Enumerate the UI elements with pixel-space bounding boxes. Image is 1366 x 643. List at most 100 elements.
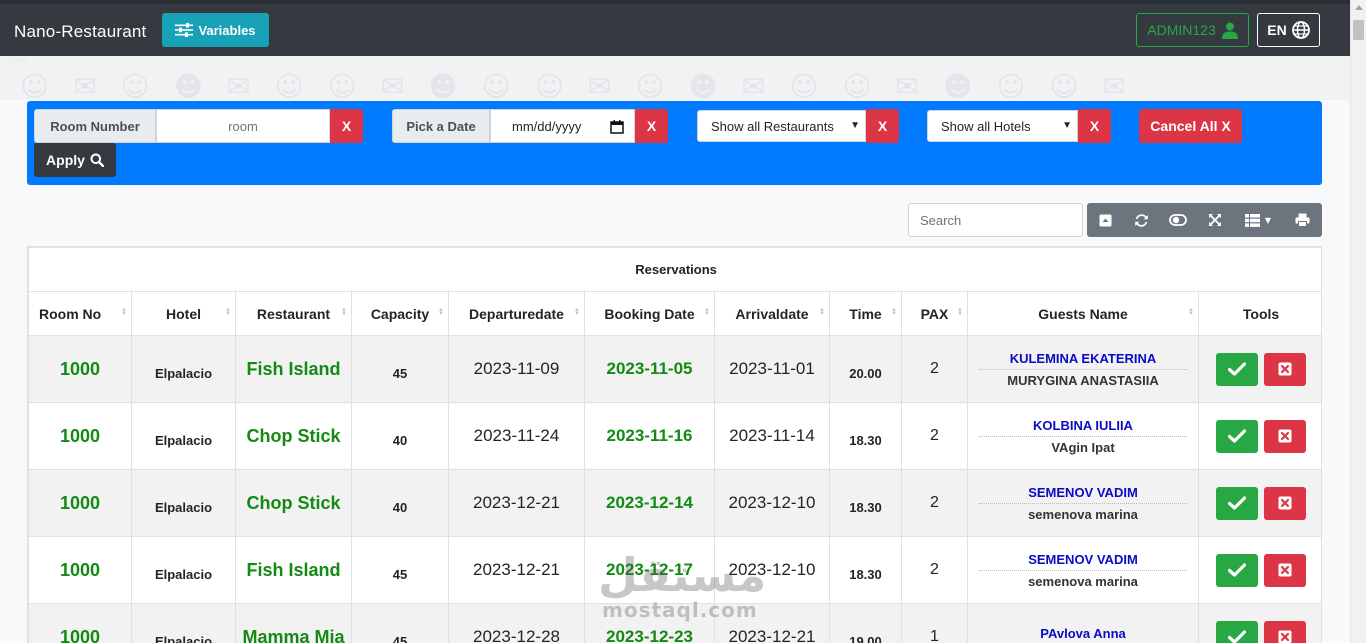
tools-cell bbox=[1197, 402, 1321, 470]
guest-primary-name[interactable]: KULEMINA EKATERINA bbox=[979, 351, 1187, 370]
check-icon bbox=[1228, 630, 1247, 643]
guest-secondary-name: semenova marina bbox=[1028, 506, 1138, 522]
room-cell: 1000 bbox=[28, 335, 132, 403]
close-box-icon bbox=[1278, 429, 1292, 443]
confirm-button[interactable] bbox=[1216, 620, 1259, 643]
table-caption: Reservations bbox=[28, 247, 1321, 292]
fullscreen-button[interactable] bbox=[1197, 203, 1233, 237]
hotel-cell: Elpalacio bbox=[131, 536, 236, 604]
check-icon bbox=[1228, 563, 1247, 577]
globe-icon bbox=[1291, 21, 1310, 39]
restaurant-select[interactable]: Show all Restaurants ▼ bbox=[697, 110, 866, 142]
clear-restaurant-button[interactable]: X bbox=[866, 109, 899, 143]
confirm-button[interactable] bbox=[1216, 352, 1259, 386]
col-pax-header[interactable]: PAX bbox=[901, 291, 968, 336]
columns-button[interactable]: ▼ bbox=[1233, 203, 1283, 237]
delete-button[interactable] bbox=[1264, 352, 1307, 386]
clear-hotel-button[interactable]: X bbox=[1078, 109, 1111, 143]
restaurant-cell: Fish Island bbox=[235, 536, 352, 604]
table-search-input[interactable]: Search bbox=[908, 203, 1083, 237]
date-input[interactable]: mm/dd/yyyy bbox=[490, 109, 635, 143]
hotel-select[interactable]: Show all Hotels ▼ bbox=[927, 110, 1078, 142]
departure-date-cell: 2023-11-24 bbox=[448, 402, 585, 470]
clear-room-button[interactable]: X bbox=[330, 109, 363, 143]
cancel-all-button[interactable]: Cancel All X bbox=[1139, 109, 1242, 143]
top-navbar: Nano-Restaurant Variables ADMIN123 EN bbox=[0, 0, 1366, 56]
col-departure-date-header[interactable]: Departuredate bbox=[448, 291, 585, 336]
delete-button[interactable] bbox=[1264, 620, 1307, 643]
capacity-cell: 45 bbox=[351, 536, 449, 604]
hotel-cell: Elpalacio bbox=[131, 603, 236, 643]
room-cell: 1000 bbox=[28, 536, 132, 604]
guest-secondary-name: VAgin Ipat bbox=[1051, 439, 1115, 455]
restaurant-cell: Chop Stick bbox=[235, 469, 352, 537]
upload-box-icon bbox=[1099, 214, 1111, 226]
page-scrollbar[interactable] bbox=[1350, 0, 1366, 643]
zoom-indicator: 100% bbox=[1, 57, 27, 67]
col-capacity-header[interactable]: Capacity bbox=[351, 291, 449, 336]
close-box-icon bbox=[1278, 630, 1292, 643]
clear-date-button[interactable]: X bbox=[635, 109, 668, 143]
delete-button[interactable] bbox=[1264, 419, 1307, 453]
hotel-select-value: Show all Hotels bbox=[941, 118, 1031, 134]
departure-date-cell: 2023-12-21 bbox=[448, 536, 585, 604]
room-number-input[interactable]: room bbox=[156, 109, 330, 143]
reservations-table: Reservations Room NoHotelRestaurantCapac… bbox=[27, 246, 1322, 643]
restaurant-cell: Fish Island bbox=[235, 335, 352, 403]
guest-primary-name[interactable]: PAvlova Anna bbox=[979, 626, 1187, 643]
restaurant-name: Chop Stick bbox=[246, 492, 341, 513]
confirm-button[interactable] bbox=[1216, 419, 1259, 453]
delete-button[interactable] bbox=[1264, 553, 1307, 587]
guest-primary-name[interactable]: SEMENOV VADIM bbox=[979, 552, 1187, 571]
calendar-icon[interactable] bbox=[610, 120, 624, 134]
guest-primary-name[interactable]: SEMENOV VADIM bbox=[979, 485, 1187, 504]
scroll-up-icon[interactable] bbox=[1355, 5, 1363, 10]
col-hotel-header[interactable]: Hotel bbox=[131, 291, 236, 336]
brand-title[interactable]: Nano-Restaurant bbox=[14, 22, 146, 42]
variables-button[interactable]: Variables bbox=[162, 13, 269, 47]
confirm-button[interactable] bbox=[1216, 553, 1259, 587]
apply-button[interactable]: Apply bbox=[34, 143, 116, 177]
check-icon bbox=[1228, 429, 1247, 443]
delete-button[interactable] bbox=[1264, 486, 1307, 520]
col-time-header[interactable]: Time bbox=[829, 291, 902, 336]
guests-cell: SEMENOV VADIM semenova marina bbox=[967, 536, 1199, 604]
pattern-icons: ☺✉☺☻✉☺☺✉☻☺☺✉☺☻✉☺☺✉☻☺☺✉ bbox=[20, 70, 1151, 100]
capacity-cell: 45 bbox=[351, 603, 449, 643]
refresh-button[interactable] bbox=[1123, 203, 1159, 237]
table-row: 1000 Elpalacio Chop Stick 40 2023-11-24 2023-… bbox=[28, 402, 1321, 470]
check-icon bbox=[1228, 362, 1247, 376]
toggle-icon bbox=[1169, 214, 1187, 226]
col-arrival-date-header[interactable]: Arrivaldate bbox=[714, 291, 830, 336]
restaurant-name: Mamma Mia bbox=[242, 626, 345, 643]
room-number: 1000 bbox=[59, 559, 101, 580]
scrollbar-thumb[interactable] bbox=[1353, 20, 1364, 40]
print-button[interactable] bbox=[1283, 203, 1322, 237]
capacity-cell: 45 bbox=[351, 335, 449, 403]
guest-primary-name[interactable]: KOLBINA IULIIA bbox=[979, 418, 1187, 437]
list-icon bbox=[1244, 213, 1260, 227]
col-restaurant-header[interactable]: Restaurant bbox=[235, 291, 352, 336]
restaurant-cell: Chop Stick bbox=[235, 402, 352, 470]
admin-label: ADMIN123 bbox=[1147, 22, 1216, 38]
guests-cell: KOLBINA IULIIA VAgin Ipat bbox=[967, 402, 1199, 470]
date-placeholder: mm/dd/yyyy bbox=[512, 118, 582, 134]
col-booking-date-header[interactable]: Booking Date bbox=[584, 291, 715, 336]
admin-user-button[interactable]: ADMIN123 bbox=[1136, 13, 1249, 47]
time-cell: 18.30 bbox=[829, 469, 902, 537]
chevron-down-icon: ▼ bbox=[850, 120, 860, 131]
room-cell: 1000 bbox=[28, 469, 132, 537]
hotel-cell: Elpalacio bbox=[131, 469, 236, 537]
room-cell: 1000 bbox=[28, 603, 132, 643]
filter-bar: Room Number room X Pick a Date mm/dd/yyy… bbox=[27, 101, 1322, 185]
booking-date-cell: 2023-12-23 bbox=[584, 603, 715, 643]
language-button[interactable]: EN bbox=[1257, 13, 1320, 47]
col-room-no-header[interactable]: Room No bbox=[28, 291, 132, 336]
restaurant-name: Chop Stick bbox=[246, 425, 341, 446]
caret-down-icon: ▼ bbox=[1264, 215, 1272, 225]
toggle-view-button[interactable] bbox=[1159, 203, 1197, 237]
export-button[interactable] bbox=[1087, 203, 1123, 237]
confirm-button[interactable] bbox=[1216, 486, 1259, 520]
col-guests-name-header[interactable]: Guests Name bbox=[967, 291, 1199, 336]
room-number: 1000 bbox=[59, 492, 101, 513]
